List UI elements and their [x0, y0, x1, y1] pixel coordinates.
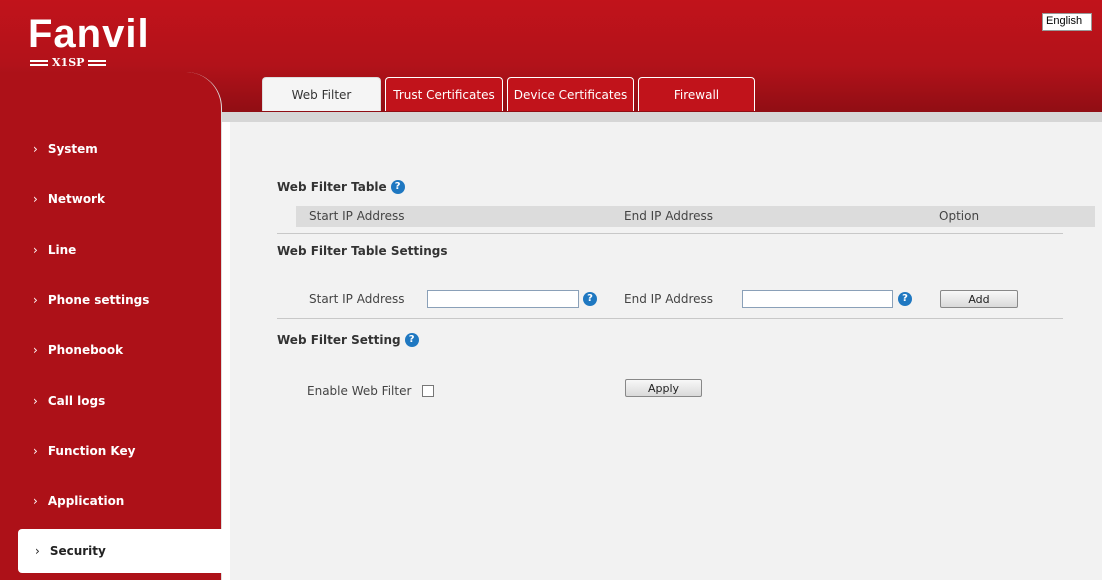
- divider: [277, 318, 1063, 319]
- sidebar-item-system[interactable]: › System: [0, 129, 222, 169]
- sidebar-item-label: Line: [47, 243, 77, 257]
- sidebar-item-phonebook[interactable]: › Phonebook: [0, 330, 222, 370]
- column-start-ip: Start IP Address: [309, 209, 405, 223]
- tab-device-certificates[interactable]: Device Certificates: [507, 77, 634, 111]
- chevron-right-icon: ›: [33, 394, 38, 408]
- web-filter-setting-heading: Web Filter Setting ?: [277, 333, 419, 347]
- chevron-right-icon: ›: [33, 293, 38, 307]
- fanvil-logo: Fanvil X1SP: [28, 14, 150, 69]
- sidebar-item-phone-settings[interactable]: › Phone settings: [0, 280, 222, 320]
- language-select[interactable]: English: [1042, 13, 1092, 31]
- sidebar-item-network[interactable]: › Network: [0, 179, 222, 219]
- chevron-right-icon: ›: [33, 444, 38, 458]
- model-name: X1SP: [52, 56, 85, 69]
- add-button[interactable]: Add: [940, 290, 1018, 308]
- sidebar: › System › Network › Line › Phone settin…: [0, 72, 222, 580]
- sidebar-item-label: Phonebook: [47, 343, 124, 357]
- end-ip-label: End IP Address: [624, 292, 713, 306]
- tab-firewall[interactable]: Firewall: [638, 77, 755, 111]
- section-title-text: Web Filter Table Settings: [277, 244, 448, 258]
- chevron-right-icon: ›: [33, 192, 38, 206]
- help-icon[interactable]: ?: [404, 333, 419, 347]
- security-tabs: Web Filter Trust Certificates Device Cer…: [262, 77, 759, 111]
- start-ip-input[interactable]: [427, 290, 579, 308]
- chevron-right-icon: ›: [35, 544, 40, 558]
- chevron-right-icon: ›: [33, 243, 38, 257]
- sidebar-item-line[interactable]: › Line: [0, 230, 222, 270]
- start-ip-label: Start IP Address: [309, 292, 405, 306]
- web-filter-table-heading: Web Filter Table ?: [277, 180, 405, 194]
- sidebar-item-label: Security: [49, 544, 106, 558]
- chevron-right-icon: ›: [33, 142, 38, 156]
- model-badge: X1SP: [30, 56, 150, 69]
- chevron-right-icon: ›: [33, 494, 38, 508]
- column-end-ip: End IP Address: [624, 209, 713, 223]
- sidebar-item-label: Phone settings: [47, 293, 150, 307]
- web-filter-table-settings-heading: Web Filter Table Settings: [277, 244, 448, 258]
- divider: [277, 233, 1063, 234]
- sidebar-item-security[interactable]: › Security: [18, 529, 222, 573]
- sidebar-item-label: Application: [47, 494, 125, 508]
- end-ip-input[interactable]: [742, 290, 893, 308]
- web-filter-table-header: Start IP Address End IP Address Option: [296, 206, 1095, 227]
- sidebar-item-function-key[interactable]: › Function Key: [0, 431, 222, 471]
- sidebar-item-call-logs[interactable]: › Call logs: [0, 381, 222, 421]
- sidebar-item-label: System: [47, 142, 98, 156]
- main-content: Web Filter Table ? Start IP Address End …: [230, 122, 1102, 580]
- brand-name: Fanvil: [28, 12, 150, 56]
- enable-web-filter-checkbox[interactable]: [422, 385, 434, 397]
- sidebar-item-label: Function Key: [47, 444, 136, 458]
- tab-trust-certificates[interactable]: Trust Certificates: [385, 77, 503, 111]
- chevron-right-icon: ›: [33, 343, 38, 357]
- sidebar-item-label: Call logs: [47, 394, 106, 408]
- section-title-text: Web Filter Table: [277, 180, 387, 194]
- header-shadow-strip: [222, 112, 1102, 122]
- section-title-text: Web Filter Setting: [277, 333, 401, 347]
- sidebar-item-label: Network: [47, 192, 105, 206]
- tab-web-filter[interactable]: Web Filter: [262, 77, 381, 111]
- apply-button[interactable]: Apply: [625, 379, 702, 397]
- help-icon[interactable]: ?: [898, 292, 912, 306]
- help-icon[interactable]: ?: [390, 180, 405, 194]
- column-option: Option: [939, 209, 980, 223]
- help-icon[interactable]: ?: [583, 292, 597, 306]
- sidebar-item-application[interactable]: › Application: [0, 481, 222, 521]
- enable-web-filter-label: Enable Web Filter: [307, 384, 412, 398]
